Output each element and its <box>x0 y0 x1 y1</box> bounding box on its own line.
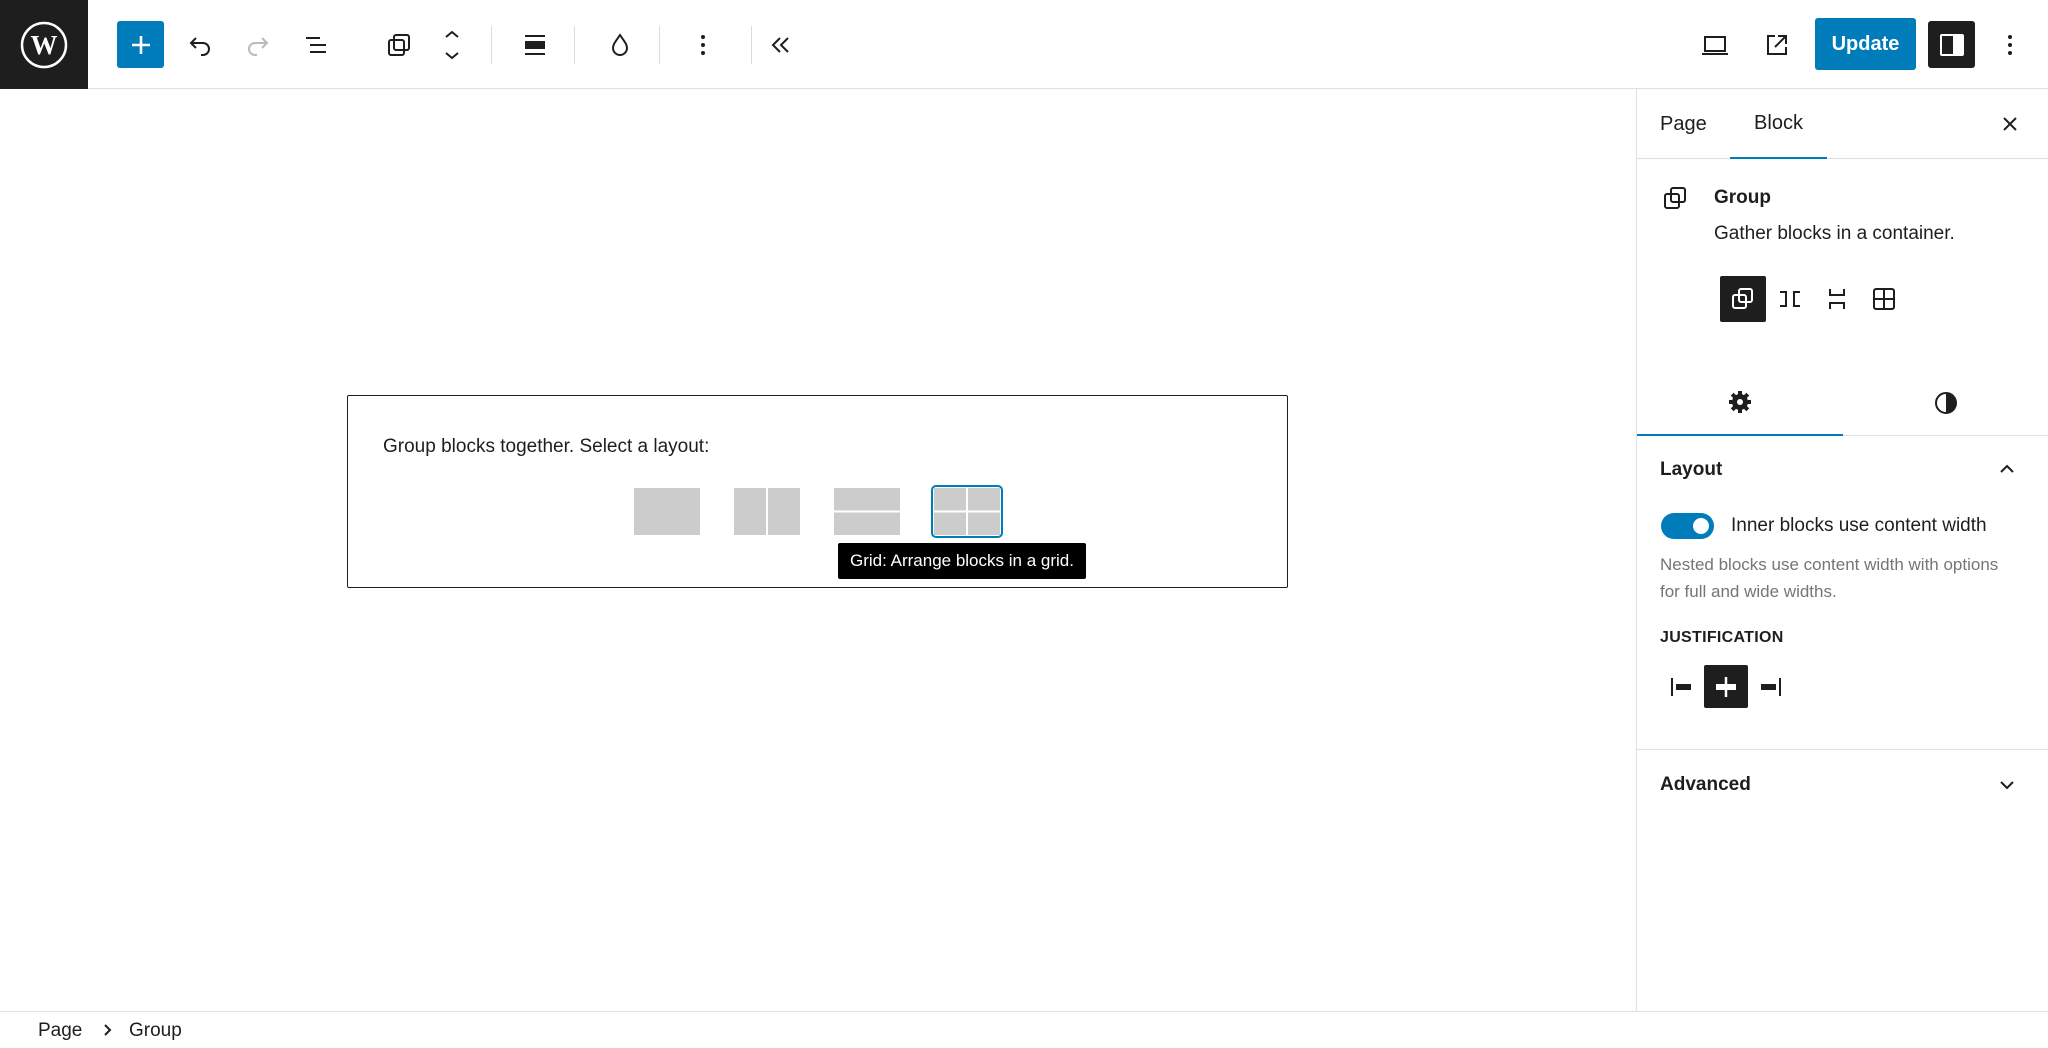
block-type-button[interactable] <box>375 21 423 69</box>
list-view-icon <box>306 37 326 53</box>
justify-left-icon <box>1671 677 1691 696</box>
transform-row-button[interactable] <box>1767 276 1813 322</box>
justify-left-button[interactable] <box>1660 665 1704 708</box>
redo-button[interactable] <box>234 21 282 69</box>
group-block-icon <box>388 34 410 56</box>
settings-toggle-button[interactable] <box>1928 21 1975 68</box>
close-sidebar-button[interactable] <box>1989 103 2031 145</box>
align-none-icon <box>525 35 545 55</box>
plus-icon <box>131 35 150 54</box>
color-button[interactable] <box>596 21 644 69</box>
external-link-icon <box>1767 35 1787 55</box>
undo-button[interactable] <box>176 21 224 69</box>
block-description: Gather blocks in a container. <box>1714 223 1955 244</box>
toolbar-divider <box>491 26 492 64</box>
redo-icon <box>248 37 269 56</box>
undo-icon <box>189 37 210 56</box>
advanced-panel-header[interactable]: Advanced <box>1637 750 2048 820</box>
group-block-icon <box>1732 288 1753 309</box>
variation-row-button[interactable] <box>734 488 800 535</box>
desktop-icon <box>1702 36 1728 55</box>
grid-layout-icon <box>934 488 1000 535</box>
tab-styles[interactable] <box>1843 369 2048 436</box>
tab-page[interactable]: Page <box>1660 89 1707 159</box>
inspector-tabs <box>1637 369 2048 436</box>
options-menu-button[interactable] <box>1986 21 2034 69</box>
chevron-up-down-icon <box>445 30 459 60</box>
chevron-up-icon <box>1996 458 2018 485</box>
block-inserter-button[interactable] <box>117 21 164 68</box>
tab-block[interactable]: Block <box>1730 89 1827 159</box>
collapse-toolbar-button[interactable] <box>757 21 805 69</box>
row-icon <box>1780 291 1800 307</box>
justify-right-button[interactable] <box>1748 665 1792 708</box>
editor-header: W Update <box>0 0 2048 89</box>
stack-icon <box>1829 289 1845 309</box>
justification-label: JUSTIFICATION <box>1660 629 1784 646</box>
drop-icon <box>611 33 629 56</box>
styles-contrast-icon <box>1935 391 1957 414</box>
chevron-right-icon <box>101 1022 115 1043</box>
group-placeholder[interactable]: Group blocks together. Select a layout: … <box>347 395 1288 588</box>
double-chevron-left-icon <box>771 37 789 53</box>
transform-group-button[interactable] <box>1720 276 1766 322</box>
layout-panel-header[interactable]: Layout <box>1637 436 2048 506</box>
more-vertical-icon <box>2008 35 2012 55</box>
justify-right-icon <box>1761 677 1781 696</box>
toolbar-divider <box>659 26 660 64</box>
wordpress-logo-icon[interactable]: W <box>0 0 88 89</box>
close-icon <box>2003 117 2017 131</box>
breadcrumb-group[interactable]: Group <box>129 1020 182 1042</box>
variation-grid-button[interactable] <box>931 485 1003 538</box>
variation-stack-button[interactable] <box>834 488 900 535</box>
toggle-knob <box>1693 518 1709 534</box>
content-width-toggle[interactable] <box>1661 513 1714 539</box>
content-width-toggle-label: Inner blocks use content width <box>1731 515 1987 536</box>
toolbar-divider <box>574 26 575 64</box>
justify-center-icon <box>1716 676 1736 697</box>
move-block-button[interactable] <box>428 21 476 69</box>
align-button[interactable] <box>511 21 559 69</box>
block-card: Group Gather blocks in a container. <box>1637 160 2048 340</box>
view-page-button[interactable] <box>1753 21 1801 69</box>
sidebar-tabs: Page Block <box>1637 89 2048 159</box>
content-width-help-text: Nested blocks use content width with opt… <box>1660 555 1999 601</box>
stack-layout-icon <box>834 488 900 535</box>
editor-canvas[interactable]: Group blocks together. Select a layout: … <box>0 89 1636 1011</box>
breadcrumb-page[interactable]: Page <box>38 1020 82 1042</box>
tab-settings[interactable] <box>1637 369 1843 436</box>
variation-tooltip: Grid: Arrange blocks in a grid. <box>838 543 1086 579</box>
block-title: Group <box>1714 187 1771 208</box>
layout-panel-title: Layout <box>1660 459 1723 480</box>
settings-gear-icon <box>1729 390 1751 413</box>
advanced-panel-title: Advanced <box>1660 774 1751 795</box>
row-layout-icon <box>734 488 800 535</box>
group-layout-icon <box>634 488 700 535</box>
block-options-button[interactable] <box>679 21 727 69</box>
chevron-down-icon <box>1996 774 2018 801</box>
preview-button[interactable] <box>1691 21 1739 69</box>
group-block-icon <box>1661 184 1691 219</box>
settings-sidebar: Page Block Group Gather blocks in a cont… <box>1636 89 2048 1011</box>
transform-stack-button[interactable] <box>1814 276 1860 322</box>
justify-center-button[interactable] <box>1704 665 1748 708</box>
update-button[interactable]: Update <box>1815 18 1916 70</box>
more-vertical-icon <box>701 35 705 55</box>
sidebar-icon <box>1939 33 1964 56</box>
svg-text:W: W <box>31 30 58 60</box>
placeholder-label: Group blocks together. Select a layout: <box>383 436 710 457</box>
transform-grid-button[interactable] <box>1861 276 1907 322</box>
toolbar-divider <box>751 26 752 64</box>
grid-icon <box>1873 288 1895 310</box>
variation-group-button[interactable] <box>634 488 700 535</box>
block-breadcrumb: Page Group <box>0 1011 2048 1048</box>
document-overview-button[interactable] <box>293 21 341 69</box>
